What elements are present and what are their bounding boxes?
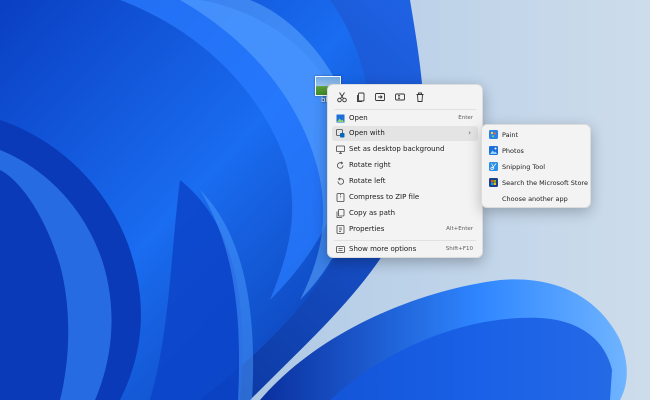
menu-item-rotate-right[interactable]: Rotate right (332, 158, 478, 173)
paint-icon (489, 130, 498, 139)
copy-icon[interactable] (355, 91, 367, 103)
rename-icon[interactable] (394, 91, 406, 103)
submenu-item-microsoft-store[interactable]: Search the Microsoft Store (486, 176, 588, 190)
context-menu: Open Enter Open with › Set as desktop ba… (327, 84, 483, 258)
more-options-icon (336, 245, 345, 254)
copy-path-icon (336, 209, 345, 218)
share-icon[interactable] (374, 91, 386, 103)
zip-icon (336, 193, 345, 202)
menu-item-show-more-options[interactable]: Show more options Shift+F10 (332, 242, 478, 257)
open-icon (336, 114, 345, 123)
menu-item-set-desktop-background[interactable]: Set as desktop background (332, 142, 478, 157)
open-with-icon (336, 129, 345, 138)
submenu-item-choose-another-app[interactable]: Choose another app (486, 192, 586, 206)
rotate-right-icon (336, 161, 345, 170)
submenu-item-snipping-tool[interactable]: Snipping Tool (486, 160, 586, 174)
open-with-submenu: Paint Photos Snipping Tool Search the Mi… (481, 124, 591, 208)
desktop-background-icon (336, 145, 345, 154)
microsoft-store-icon (489, 178, 498, 187)
properties-icon (336, 225, 345, 234)
menu-item-copy-as-path[interactable]: Copy as path (332, 206, 478, 221)
chevron-right-icon: › (468, 129, 471, 137)
menu-item-open[interactable]: Open Enter (332, 111, 478, 126)
submenu-item-paint[interactable]: Paint (486, 128, 586, 142)
menu-item-open-with[interactable]: Open with › (332, 126, 478, 141)
menu-separator (334, 109, 476, 110)
submenu-item-photos[interactable]: Photos (486, 144, 586, 158)
menu-item-rotate-left[interactable]: Rotate left (332, 174, 478, 189)
photos-icon (489, 146, 498, 155)
menu-item-properties[interactable]: Properties Alt+Enter (332, 222, 478, 237)
menu-separator (334, 240, 476, 241)
snipping-tool-icon (489, 162, 498, 171)
menu-item-compress-zip[interactable]: Compress to ZIP file (332, 190, 478, 205)
delete-icon[interactable] (414, 91, 426, 103)
rotate-left-icon (336, 177, 345, 186)
context-menu-toolbar (328, 85, 482, 109)
cut-icon[interactable] (336, 91, 348, 103)
